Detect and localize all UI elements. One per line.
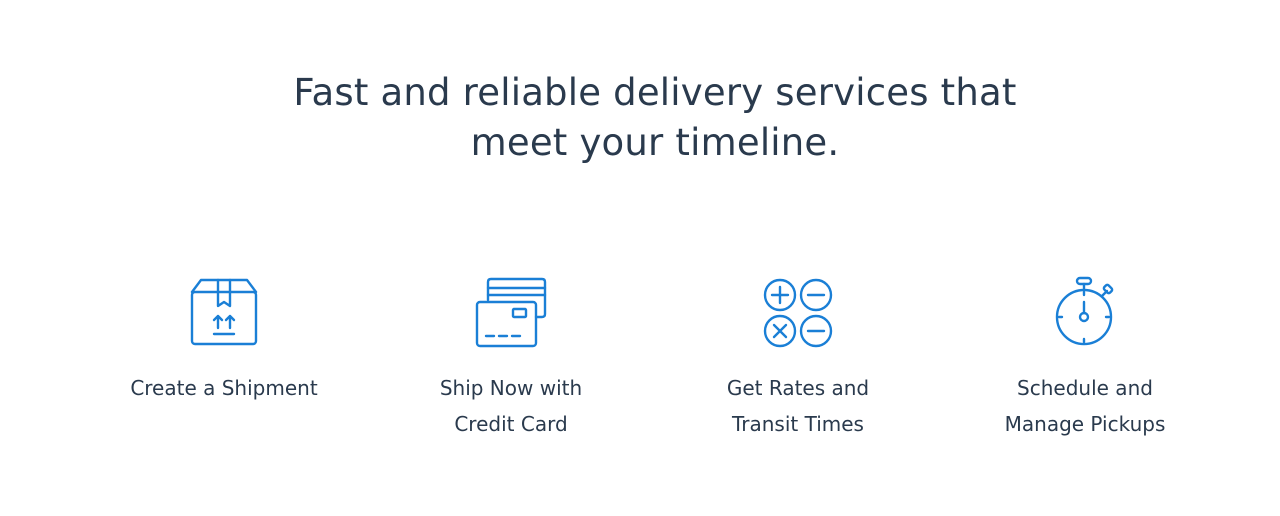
service-label: Create a Shipment	[94, 370, 354, 406]
service-label: Schedule and Manage Pickups	[955, 370, 1215, 442]
create-shipment-link[interactable]: Create a Shipment	[94, 276, 354, 406]
page: Fast and reliable delivery services that…	[0, 0, 1280, 516]
get-rates-transit-times-link[interactable]: Get Rates and Transit Times	[668, 276, 928, 442]
service-label-line: Transit Times	[732, 412, 864, 436]
service-label-line: Ship Now with	[439, 376, 583, 400]
service-label: Ship Now with Credit Card	[381, 370, 641, 442]
headline-line-1: Fast and reliable delivery services that	[293, 71, 1017, 114]
service-label-line: Credit Card	[454, 412, 568, 436]
credit-card-icon	[474, 276, 548, 350]
ship-now-credit-card-link[interactable]: Ship Now with Credit Card	[381, 276, 641, 442]
calculator-operators-icon	[761, 276, 835, 350]
stopwatch-icon	[1048, 276, 1122, 350]
package-box-icon	[187, 276, 261, 350]
page-headline: Fast and reliable delivery services that…	[0, 68, 1280, 168]
headline-line-2: meet your timeline.	[470, 121, 840, 164]
service-label-line: Manage Pickups	[1004, 412, 1166, 436]
schedule-manage-pickups-link[interactable]: Schedule and Manage Pickups	[955, 276, 1215, 442]
service-label-line: Get Rates and	[726, 376, 870, 400]
service-label: Get Rates and Transit Times	[668, 370, 928, 442]
service-label-line: Schedule and	[1017, 376, 1153, 400]
services-row: Create a Shipment Ship Now with Credit C…	[0, 276, 1280, 446]
service-label-line: Create a Shipment	[130, 376, 318, 400]
